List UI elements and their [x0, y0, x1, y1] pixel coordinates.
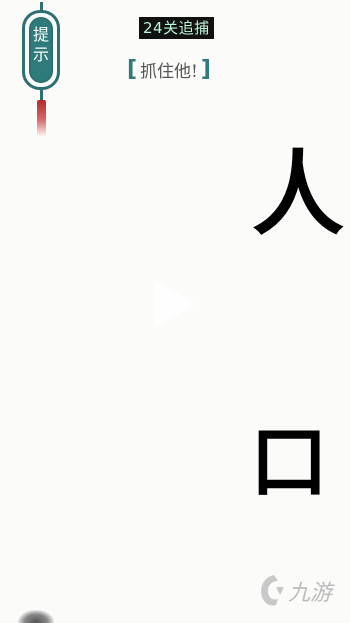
watermark-logo: 九游 [256, 573, 332, 609]
hint-cord [40, 90, 43, 100]
character-kou[interactable]: 口 [250, 424, 328, 502]
bracket-left: [ [127, 57, 138, 82]
hint-panel: 提示 [29, 17, 53, 83]
bracket-right: ] [200, 57, 211, 82]
hint-label: 提示 [33, 25, 50, 64]
game-stage: 24关追捕 提示 [ 抓住他! ] 人 口 九游 [0, 0, 350, 623]
objective-text: [ 抓住他! ] [124, 57, 214, 82]
character-ren[interactable]: 人 [252, 148, 344, 240]
play-icon [154, 280, 196, 328]
hint-sign[interactable]: 提示 [22, 10, 60, 90]
watermark-text: 九游 [288, 581, 333, 606]
level-title: 24关追捕 [139, 17, 214, 39]
hint-tassel [37, 100, 46, 136]
objective-label: 抓住他! [140, 62, 198, 82]
watermark-icon [261, 575, 284, 606]
ink-blot [18, 610, 54, 623]
hint-button[interactable]: 提示 [22, 2, 60, 138]
